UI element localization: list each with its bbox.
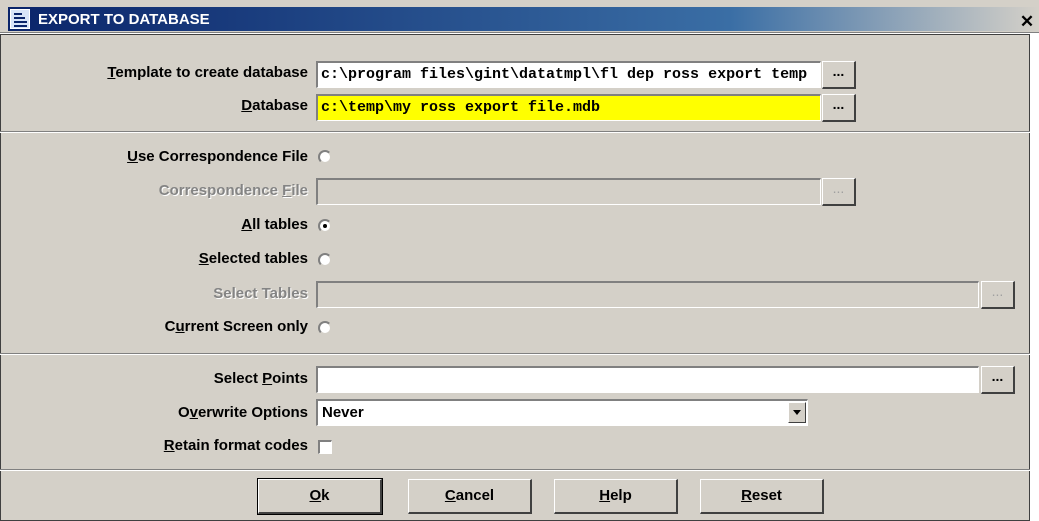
separator [0, 353, 1030, 355]
select-tables-browse-button[interactable]: ... [981, 281, 1015, 309]
database-label: Database [241, 97, 308, 114]
overwrite-options-value: Never [322, 404, 364, 421]
ok-button[interactable]: Ok [257, 478, 383, 515]
reset-button[interactable]: Reset [700, 479, 824, 514]
all-tables-radio[interactable] [318, 219, 332, 233]
use-correspondence-label: Use Correspondence File [127, 148, 308, 165]
template-browse-button[interactable]: ... [822, 61, 856, 89]
correspondence-browse-button[interactable]: ... [822, 178, 856, 206]
select-tables-field[interactable] [316, 281, 979, 308]
correspondence-file-field[interactable] [316, 178, 821, 205]
overwrite-options-select[interactable]: Never [316, 399, 808, 426]
template-path-field[interactable]: c:\program files\gint\datatmpl\fl dep ro… [316, 61, 821, 88]
app-icon [10, 9, 30, 29]
select-points-label: Select Points [213, 370, 308, 387]
retain-format-checkbox[interactable] [318, 440, 332, 454]
database-browse-button[interactable]: ... [822, 94, 856, 122]
all-tables-label: All tables [241, 216, 308, 233]
close-icon[interactable]: ✕ [1017, 13, 1037, 31]
use-correspondence-radio[interactable] [318, 150, 332, 164]
help-button[interactable]: Help [554, 479, 678, 514]
current-screen-label: Current Screen only [164, 318, 308, 335]
selected-tables-radio[interactable] [318, 253, 332, 267]
retain-format-label: Retain format codes [163, 437, 308, 454]
current-screen-radio[interactable] [318, 321, 332, 335]
correspondence-file-label: Correspondence File [158, 182, 308, 199]
database-path-field[interactable]: c:\temp\my ross export file.mdb [316, 94, 821, 121]
selected-tables-label: Selected tables [198, 250, 308, 267]
select-tables-label: Select Tables [213, 285, 308, 302]
select-points-field[interactable] [316, 366, 979, 393]
chevron-down-icon[interactable] [788, 402, 806, 423]
template-label: Template to create database [107, 64, 308, 81]
select-points-browse-button[interactable]: ... [981, 366, 1015, 394]
cancel-button[interactable]: Cancel [408, 479, 532, 514]
window-title: EXPORT TO DATABASE [38, 11, 210, 28]
separator [0, 469, 1030, 471]
overwrite-options-label: Overwrite Options [177, 404, 308, 421]
radio-selected-dot [323, 224, 327, 228]
separator [0, 131, 1030, 133]
